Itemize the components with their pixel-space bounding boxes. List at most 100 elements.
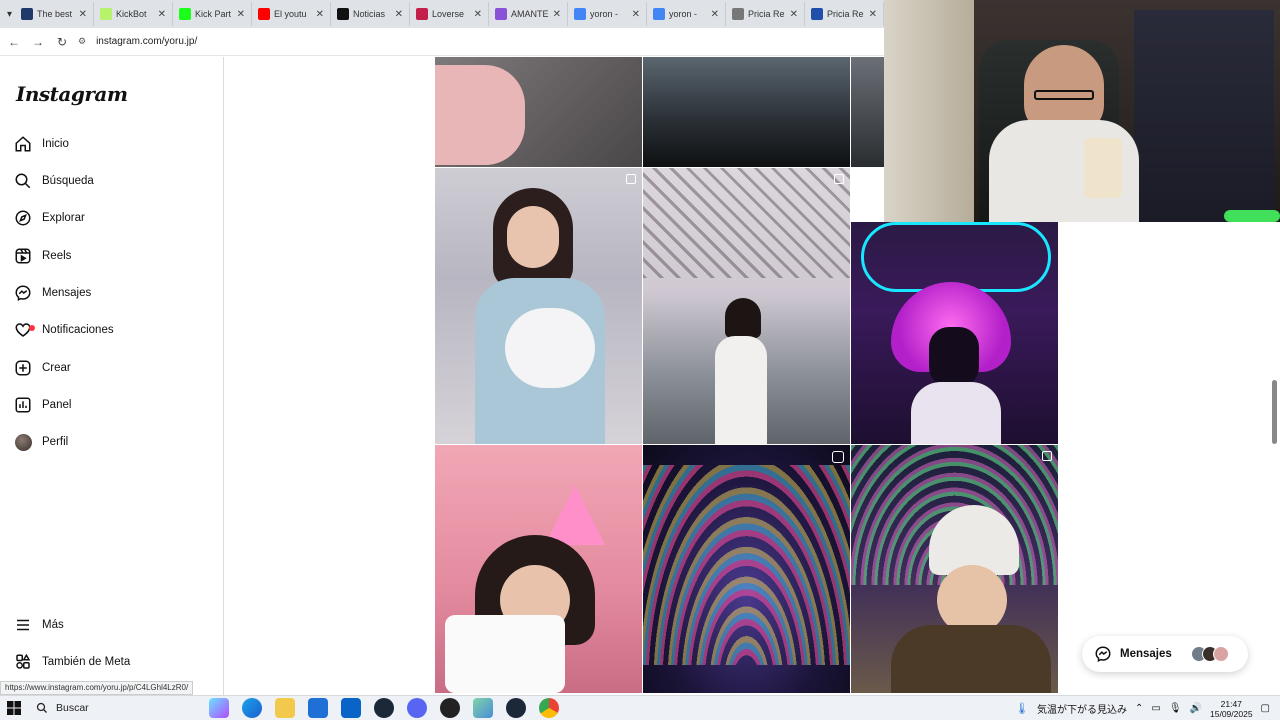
browser-tab[interactable]: Kick Part ✕ — [173, 2, 252, 26]
home-icon — [14, 135, 32, 153]
favicon-icon — [574, 8, 586, 20]
file-explorer-icon[interactable] — [274, 698, 295, 718]
sidebar-item-inicio[interactable]: Inicio — [14, 130, 69, 158]
close-tab-icon[interactable]: ✕ — [158, 9, 166, 20]
page-scrollbar[interactable] — [1272, 380, 1277, 444]
close-tab-icon[interactable]: ✕ — [395, 9, 403, 20]
close-tab-icon[interactable]: ✕ — [790, 9, 798, 20]
sidebar-item-perfil[interactable]: Perfil — [14, 428, 68, 456]
clock[interactable]: 21:47 15/09/2025 — [1210, 699, 1253, 719]
browser-tab[interactable]: yoron - ✕ — [647, 2, 726, 26]
taskbar-apps — [202, 698, 565, 718]
tab-title: Kick Part — [195, 9, 232, 19]
post-thumbnail[interactable] — [435, 57, 642, 167]
start-button[interactable] — [0, 696, 28, 721]
post-thumbnail[interactable] — [851, 445, 1058, 693]
taskbar-search[interactable]: Buscar — [28, 696, 198, 721]
status-url-tooltip: https://www.instagram.com/yoru.jp/p/C4LG… — [0, 681, 194, 695]
messenger-icon — [14, 284, 32, 302]
favicon-icon — [811, 8, 823, 20]
close-tab-icon[interactable]: ✕ — [553, 9, 561, 20]
sidebar-item-mensajes[interactable]: Mensajes — [14, 279, 91, 307]
browser-tab[interactable]: Loverse ✕ — [410, 2, 489, 26]
steam-icon[interactable] — [373, 698, 394, 718]
post-image-detail — [507, 206, 559, 268]
network-icon[interactable]: ▭ — [1151, 703, 1160, 714]
edge-icon[interactable] — [241, 698, 262, 718]
site-info-icon[interactable]: ⚙ — [78, 36, 86, 47]
sidebar-item-mas[interactable]: Más — [14, 611, 64, 639]
sidebar-item-label: Notificaciones — [42, 324, 114, 336]
browser-tab[interactable]: El youtu ✕ — [252, 2, 331, 26]
obs-icon[interactable] — [439, 698, 460, 718]
microphone-icon[interactable]: 🎙 — [1169, 703, 1182, 714]
post-image-detail — [929, 327, 979, 387]
sidebar-item-meta[interactable]: También de Meta — [14, 648, 130, 676]
post-thumbnail[interactable] — [643, 168, 850, 444]
close-tab-icon[interactable]: ✕ — [237, 9, 245, 20]
favicon-icon — [495, 8, 507, 20]
browser-tab[interactable]: The best ✕ — [15, 2, 94, 26]
sidebar-item-label: Búsqueda — [42, 175, 94, 187]
clock-time: 21:47 — [1220, 698, 1242, 709]
heart-icon — [14, 321, 35, 339]
tab-title: The best — [37, 9, 73, 19]
post-thumbnail[interactable] — [851, 57, 885, 167]
post-thumbnail[interactable] — [643, 445, 850, 693]
sidebar-item-explorar[interactable]: Explorar — [14, 204, 85, 232]
forward-button[interactable]: → — [30, 34, 46, 50]
browser-tab[interactable]: AMANTE ✕ — [489, 2, 568, 26]
app-icon[interactable] — [472, 698, 493, 718]
messages-chip-label: Mensajes — [1120, 648, 1172, 660]
weather-text[interactable]: 気温が下がる見込み — [1037, 701, 1127, 716]
browser-tab[interactable]: Pricia Re ✕ — [726, 2, 805, 26]
notifications-icon[interactable]: ▢ — [1261, 703, 1270, 714]
post-thumbnail[interactable] — [643, 57, 850, 167]
weather-icon[interactable]: 🌡 — [1015, 702, 1029, 715]
chart-icon — [14, 396, 32, 414]
browser-tab[interactable]: Pricia Re ✕ — [805, 2, 884, 26]
close-tab-icon[interactable]: ✕ — [711, 9, 719, 20]
webcam-detail — [1034, 90, 1094, 100]
favicon-icon — [653, 8, 665, 20]
sidebar-item-notificaciones[interactable]: Notificaciones — [14, 316, 114, 344]
close-tab-icon[interactable]: ✕ — [316, 9, 324, 20]
post-thumbnail[interactable] — [435, 445, 642, 693]
sidebar-item-label: También de Meta — [42, 656, 131, 668]
close-tab-icon[interactable]: ✕ — [474, 9, 482, 20]
search-icon — [36, 702, 47, 713]
sidebar-item-crear[interactable]: Crear — [14, 354, 71, 382]
sidebar-item-panel[interactable]: Panel — [14, 391, 71, 419]
sidebar-item-busqueda[interactable]: Búsqueda — [14, 167, 94, 195]
favicon-icon — [179, 8, 191, 20]
steam-icon[interactable] — [505, 698, 526, 718]
speaker-icon[interactable]: 🔊 — [1190, 703, 1202, 714]
browser-tab[interactable]: yoron - ✕ — [568, 2, 647, 26]
reload-button[interactable]: ↻ — [54, 34, 70, 50]
browser-tab[interactable]: Noticias ✕ — [331, 2, 410, 26]
discord-icon[interactable] — [406, 698, 427, 718]
multi-post-icon — [626, 174, 636, 184]
copilot-icon[interactable] — [208, 698, 229, 718]
browser-tab[interactable]: KickBot ✕ — [94, 2, 173, 26]
sidebar-item-label: Reels — [42, 250, 72, 262]
tab-title: yoron - — [590, 9, 619, 19]
instagram-logo[interactable]: Instagram — [16, 82, 128, 106]
post-thumbnail[interactable] — [851, 222, 1058, 444]
menu-icon — [14, 616, 32, 634]
chevron-up-icon[interactable]: ⌃ — [1135, 703, 1143, 714]
sidebar-item-reels[interactable]: Reels — [14, 242, 71, 270]
chrome-icon[interactable] — [538, 698, 559, 718]
url-field[interactable]: instagram.com/yoru.jp/ — [96, 36, 197, 47]
sidebar-item-label: Panel — [42, 399, 72, 411]
outlook-icon[interactable] — [340, 698, 361, 718]
back-button[interactable]: ← — [6, 34, 22, 50]
close-tab-icon[interactable]: ✕ — [79, 9, 87, 20]
close-tab-icon[interactable]: ✕ — [869, 9, 877, 20]
tab-title: Loverse — [432, 9, 465, 19]
close-tab-icon[interactable]: ✕ — [632, 9, 640, 20]
store-icon[interactable] — [307, 698, 328, 718]
post-thumbnail[interactable] — [435, 168, 642, 444]
messages-chip[interactable]: Mensajes — [1082, 636, 1248, 672]
tab-search-menu[interactable]: ▾ — [4, 4, 15, 24]
